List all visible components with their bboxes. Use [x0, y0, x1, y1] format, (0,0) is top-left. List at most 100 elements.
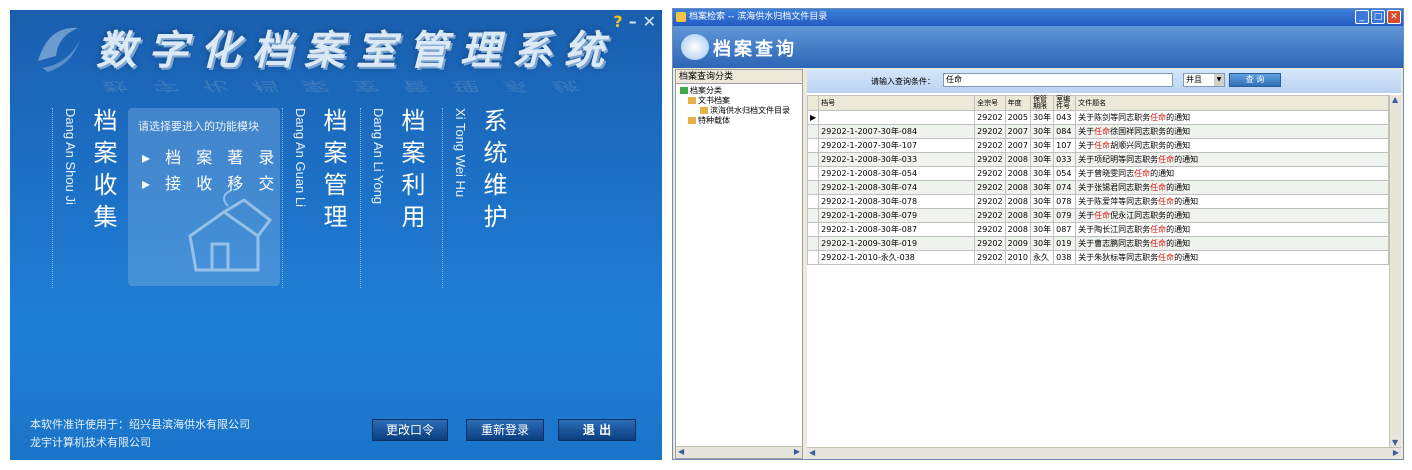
cell-retention: 30年	[1029, 124, 1055, 139]
scroll-up-icon[interactable]: ▲	[1392, 95, 1398, 104]
cell-archive-no: 29202-1-2008-30年-078	[818, 194, 976, 209]
cell-fonds-no: 29202	[974, 208, 1006, 223]
scroll-right-icon[interactable]: ▶	[794, 447, 800, 456]
title-highlight: 任命	[1094, 211, 1111, 220]
search-button[interactable]: 查 询	[1229, 73, 1281, 87]
folder-icon	[688, 117, 696, 124]
table-row[interactable]: ▶ 29202 2005 30年 043 关于陈剑等同志职务任命的通知	[806, 110, 1389, 125]
column-header[interactable]: 室编件号	[1053, 95, 1077, 111]
change-password-button[interactable]: 更改口令	[372, 419, 448, 441]
cell-fonds-no: 29202	[974, 138, 1006, 153]
cell-archive-no: 29202-1-2010-永久-038	[818, 250, 976, 265]
table-row[interactable]: 29202-1-2007-30年-084 29202 2007 30年 084 关于任命徐…	[806, 124, 1389, 139]
table-row[interactable]: 29202-1-2008-30年-078 29202 2008 30年 078 关于陈爱萍…	[806, 194, 1389, 209]
table-row[interactable]: 29202-1-2007-30年-107 29202 2007 30年 107 关于任命胡…	[806, 138, 1389, 153]
help-icon[interactable]: ?	[613, 12, 622, 31]
scroll-left-icon[interactable]: ◀	[678, 447, 684, 456]
cell-fonds-no: 29202	[974, 222, 1006, 237]
module-pinyin: Dang An Li Yong	[371, 108, 386, 205]
table-row[interactable]: 29202-1-2008-30年-087 29202 2008 30年 087 关于陶长江…	[806, 222, 1389, 237]
window-controls: ? – ✕	[613, 12, 656, 31]
column-header[interactable]: 保管期限	[1029, 95, 1055, 111]
divider	[52, 108, 53, 288]
tree-node[interactable]: 档案分类	[678, 86, 800, 96]
module-label[interactable]: 档案管理	[316, 108, 351, 236]
maximize-icon[interactable]: □	[1371, 10, 1385, 24]
cell-item-no: 043	[1053, 110, 1077, 125]
scroll-right-icon[interactable]: ▶	[1393, 448, 1399, 457]
logic-select[interactable]: 并且 ▼	[1183, 73, 1225, 87]
close-icon[interactable]: ✕	[643, 12, 656, 31]
cell-fonds-no: 29202	[974, 124, 1006, 139]
title-text: 关于陈剑等同志职务	[1078, 113, 1151, 122]
cell-retention: 30年	[1029, 208, 1055, 223]
title-highlight: 任命	[1158, 253, 1175, 262]
tree-node[interactable]: 滨海供水归档文件目录	[678, 106, 800, 116]
scroll-left-icon[interactable]: ◀	[809, 448, 815, 457]
horizontal-scrollbar[interactable]: ◀ ▶	[676, 446, 802, 458]
cell-item-no: 107	[1053, 138, 1077, 153]
cell-archive-no: 29202-1-2008-30年-074	[818, 180, 976, 195]
table-row[interactable]: 29202-1-2009-30年-019 29202 2009 30年 019 关于曹志鹏…	[806, 236, 1389, 251]
cell-title: 关于张锡君同志职务任命的通知	[1075, 180, 1389, 195]
cell-retention: 30年	[1029, 180, 1055, 195]
launcher-panel: 数字化档案室管理系统 数字化档案室管理系统 ? – ✕ Dang An Shou…	[10, 10, 662, 460]
cell-title: 关于陈爱萍等同志职务任命的通知	[1075, 194, 1389, 209]
table-header-row: 档号 全宗号 年度 保管期限 室编件号 文件题名	[806, 95, 1389, 111]
table-row[interactable]: 29202-1-2010-永久-038 29202 2010 永久 038 关于朱狄标等同…	[806, 250, 1389, 265]
title-text: 胡顺兴同志职务的通知	[1110, 141, 1191, 150]
cell-year: 2008	[1004, 222, 1031, 237]
cell-title: 关于任命胡顺兴同志职务的通知	[1075, 138, 1389, 153]
cell-item-no: 038	[1053, 250, 1077, 265]
minimize-icon[interactable]: –	[629, 12, 637, 31]
module-label[interactable]: 系统维护	[476, 108, 511, 236]
column-header[interactable]: 全宗号	[974, 95, 1006, 111]
minimize-icon[interactable]: _	[1355, 10, 1369, 24]
module-label[interactable]: 档案利用	[394, 108, 429, 236]
cell-year: 2005	[1004, 110, 1031, 125]
exit-button[interactable]: 退 出	[558, 419, 636, 441]
license-line: 龙宇计算机技术有限公司	[30, 436, 151, 449]
query-input[interactable]: 任命	[943, 73, 1173, 87]
folder-icon	[700, 107, 708, 114]
scroll-down-icon[interactable]: ▼	[1392, 438, 1398, 447]
house-icon	[188, 190, 273, 272]
tree-node-label: 特种载体	[698, 116, 730, 125]
cell-item-no: 033	[1053, 152, 1077, 167]
tree-node-label: 档案分类	[690, 86, 722, 95]
cell-title: 关于陶长江同志职务任命的通知	[1075, 222, 1389, 237]
cell-title: 关于任命徐国祥同志职务的通知	[1075, 124, 1389, 139]
vertical-scrollbar[interactable]: ▲ ▼	[1389, 95, 1401, 447]
horizontal-scrollbar[interactable]: ◀ ▶	[807, 447, 1401, 459]
table-row[interactable]: 29202-1-2008-30年-054 29202 2008 30年 054 关于曾晓雯…	[806, 166, 1389, 181]
table-row[interactable]: 29202-1-2008-30年-033 29202 2008 30年 033 关于项纪明…	[806, 152, 1389, 167]
column-header[interactable]: 年度	[1004, 95, 1031, 111]
chevron-down-icon[interactable]: ▼	[1214, 74, 1224, 86]
column-header[interactable]: 文件题名	[1075, 95, 1389, 111]
close-icon[interactable]: ✕	[1387, 10, 1401, 24]
license-info: 本软件准许使用于：绍兴县滨海供水有限公司 龙宇计算机技术有限公司	[30, 416, 250, 452]
cell-item-no: 084	[1053, 124, 1077, 139]
archive-search-window: 档案检索 -- 滨海供水归档文件目录 _ □ ✕ 档案查询 档案查询分类 档案分…	[672, 8, 1404, 460]
folder-icon	[688, 97, 696, 104]
submenu-item-archive-cataloging[interactable]: ▸ 档 案 著 录	[142, 144, 279, 168]
banner: 档案查询	[673, 26, 1403, 68]
cell-retention: 30年	[1029, 236, 1055, 251]
column-header[interactable]: 档号	[818, 95, 976, 111]
table-row[interactable]: 29202-1-2008-30年-079 29202 2008 30年 079 关于任命倪…	[806, 208, 1389, 223]
row-indicator	[806, 236, 820, 251]
table-row[interactable]: 29202-1-2008-30年-074 29202 2008 30年 074 关于张锡君…	[806, 180, 1389, 195]
tree-node[interactable]: 特种载体	[678, 116, 800, 126]
module-pinyin: Dang An Guan Li	[293, 108, 308, 208]
license-line: 本软件准许使用于：绍兴县滨海供水有限公司	[30, 418, 250, 431]
cell-archive-no: 29202-1-2008-30年-087	[818, 222, 976, 237]
divider	[442, 108, 443, 288]
submenu-hint: 请选择要进入的功能模块	[138, 120, 259, 133]
cell-title: 关于项纪明等同志职务任命的通知	[1075, 152, 1389, 167]
tree-node[interactable]: 文书档案	[678, 96, 800, 106]
row-indicator	[806, 138, 820, 153]
module-label[interactable]: 档案收集	[86, 108, 121, 236]
relogin-button[interactable]: 重新登录	[466, 419, 544, 441]
cell-fonds-no: 29202	[974, 110, 1006, 125]
cell-fonds-no: 29202	[974, 152, 1006, 167]
